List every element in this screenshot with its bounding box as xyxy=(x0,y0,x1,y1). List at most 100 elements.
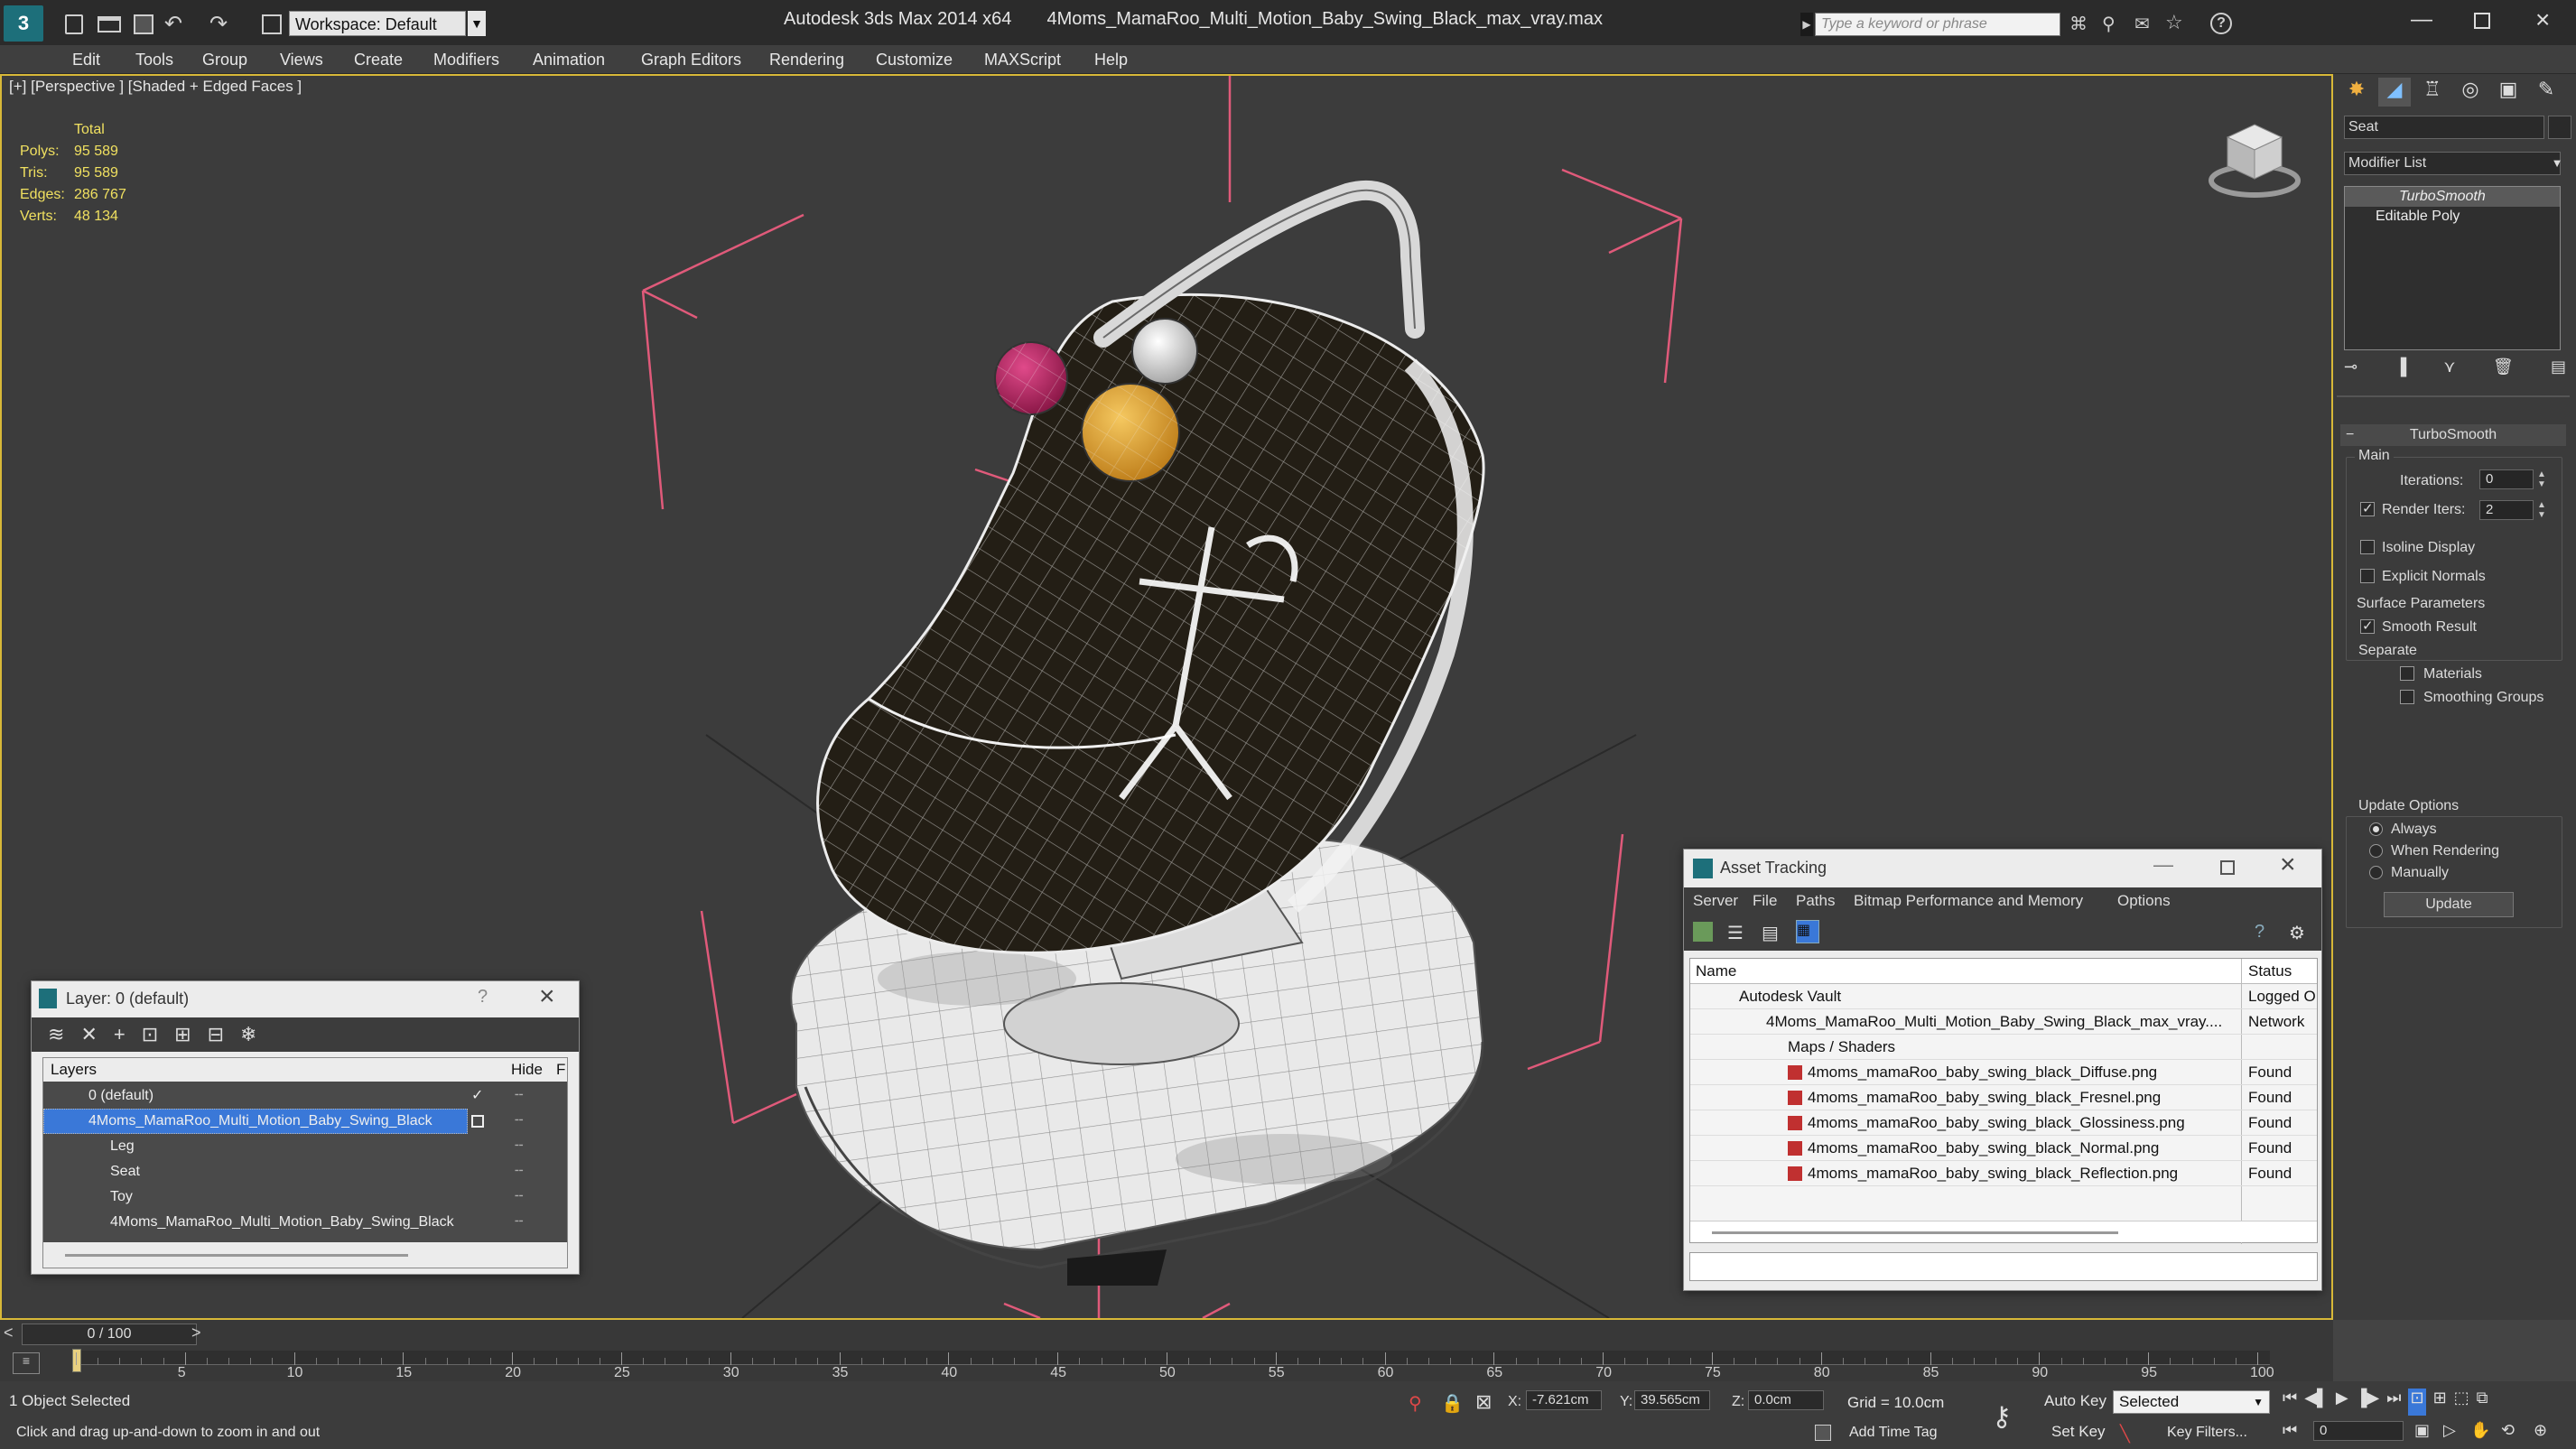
layer-window-close-icon[interactable]: × xyxy=(539,981,555,1012)
detail-view-icon[interactable]: ▤ xyxy=(1762,922,1779,944)
help-icon[interactable]: ? xyxy=(2210,13,2232,34)
layer-row[interactable]: 4Moms_MamaRoo_Multi_Motion_Baby_Swing_Bl… xyxy=(43,1210,567,1235)
layer-row[interactable]: Leg ╌ xyxy=(43,1134,567,1159)
time-configuration-icon[interactable]: ▣ xyxy=(2414,1421,2430,1440)
asset-row[interactable]: 4moms_mamaRoo_baby_swing_black_Glossines… xyxy=(1690,1110,2317,1136)
object-color-swatch[interactable] xyxy=(2548,116,2571,139)
asset-horizontal-scrollbar[interactable] xyxy=(1690,1221,2317,1242)
key-mode-icon[interactable]: ⏮ xyxy=(2283,1421,2297,1440)
always-radio[interactable] xyxy=(2369,822,2383,836)
menu-graph-editors[interactable]: Graph Editors xyxy=(641,45,741,74)
hide-toggle-icon[interactable]: ╌ xyxy=(515,1134,524,1159)
region-zoom-icon[interactable]: ⬚ xyxy=(2454,1389,2469,1416)
object-name-field[interactable]: Seat xyxy=(2344,116,2544,139)
menu-customize[interactable]: Customize xyxy=(876,45,953,74)
display-tab-icon[interactable]: ▣ xyxy=(2492,78,2525,107)
menu-maxscript[interactable]: MAXScript xyxy=(984,45,1061,74)
time-slider-prev-icon[interactable]: < xyxy=(4,1324,14,1342)
hide-all-layers-icon[interactable]: ⊟ xyxy=(208,1023,224,1046)
asset-path-field[interactable] xyxy=(1689,1252,2318,1281)
timeline-ruler[interactable]: ≡ 5 10 15 20 25 30 35 40 45 50 55 60 65 70 75 80 85 90 95 1… xyxy=(0,1349,2333,1381)
menu-tools[interactable]: Tools xyxy=(135,45,173,74)
menu-rendering[interactable]: Rendering xyxy=(769,45,844,74)
hide-toggle-icon[interactable]: ╌ xyxy=(515,1083,524,1109)
asset-row[interactable]: 4moms_mamaRoo_baby_swing_black_Reflectio… xyxy=(1690,1161,2317,1186)
render-iters-checkbox[interactable] xyxy=(2360,500,2375,516)
modifier-list-chevron-icon[interactable]: ▼ xyxy=(2548,153,2566,173)
absolute-mode-icon[interactable]: ⊠ xyxy=(1475,1390,1492,1414)
active-layer-check-icon[interactable]: ✓ xyxy=(471,1083,483,1109)
time-slider-next-icon[interactable]: > xyxy=(191,1324,201,1342)
set-key-button[interactable]: Set Key xyxy=(2051,1423,2106,1441)
key-filter-icon[interactable]: ╲ xyxy=(2120,1425,2130,1444)
render-iters-spinner-arrows-icon[interactable]: ▲ ▼ xyxy=(2537,500,2546,520)
modifier-stack[interactable]: TurboSmooth Editable Poly xyxy=(2344,186,2561,350)
zoom-extents-icon[interactable]: ⊡ xyxy=(2408,1389,2426,1416)
open-file-icon[interactable] xyxy=(98,16,121,33)
close-icon[interactable]: × xyxy=(2535,5,2550,34)
layer-row[interactable]: 0 (default) ✓ ╌ xyxy=(43,1083,567,1109)
key-filters-button[interactable]: Key Filters... xyxy=(2167,1425,2247,1441)
next-frame-icon[interactable]: ▐▶ xyxy=(2356,1389,2380,1416)
subscription-icon[interactable]: ⚲ xyxy=(2102,13,2116,35)
asset-row[interactable]: 4moms_mamaRoo_baby_swing_black_Normal.pn… xyxy=(1690,1136,2317,1161)
refresh-icon[interactable] xyxy=(1693,922,1713,942)
delete-layer-icon[interactable]: ✕ xyxy=(80,1023,97,1046)
orbit-icon[interactable]: ▷ xyxy=(2443,1421,2456,1440)
asset-menu-file[interactable]: File xyxy=(1753,887,1777,915)
utilities-tab-icon[interactable]: ✎ xyxy=(2530,78,2562,107)
hide-column-header[interactable]: Hide xyxy=(511,1058,543,1082)
add-time-tag-label[interactable]: Add Time Tag xyxy=(1849,1425,1938,1441)
auto-key-button[interactable]: Auto Key xyxy=(2044,1392,2106,1410)
z-coordinate-field[interactable]: 0.0cm xyxy=(1748,1390,1824,1410)
project-folder-icon[interactable] xyxy=(262,14,282,34)
freeze-column-header[interactable]: F xyxy=(556,1058,565,1082)
create-tab-icon[interactable]: ✸ xyxy=(2340,78,2373,107)
name-column-header[interactable]: Name xyxy=(1696,962,1736,980)
hierarchy-tab-icon[interactable]: ♖ xyxy=(2416,78,2449,107)
layers-column-header[interactable]: Layers xyxy=(51,1058,97,1082)
configure-sets-icon[interactable]: ▤ xyxy=(2551,358,2566,383)
asset-row[interactable]: 4moms_mamaRoo_baby_swing_black_Fresnel.p… xyxy=(1690,1085,2317,1110)
menu-views[interactable]: Views xyxy=(280,45,323,74)
asset-settings-icon[interactable]: ⚙ xyxy=(2289,922,2305,944)
maximize-icon[interactable] xyxy=(2474,13,2490,29)
app-logo-icon[interactable]: 3 xyxy=(4,5,43,42)
asset-row[interactable]: Autodesk Vault Logged O xyxy=(1690,984,2317,1009)
motion-tab-icon[interactable]: ◎ xyxy=(2454,78,2487,107)
explicit-normals-checkbox[interactable] xyxy=(2360,569,2375,583)
menu-animation[interactable]: Animation xyxy=(533,45,605,74)
asset-help-icon[interactable]: ? xyxy=(2255,922,2264,943)
iterations-spinner-arrows-icon[interactable]: ▲ ▼ xyxy=(2537,469,2546,489)
menu-help[interactable]: Help xyxy=(1094,45,1128,74)
field-of-view-icon[interactable]: ✋ xyxy=(2470,1421,2490,1440)
search-input[interactable]: Type a keyword or phrase xyxy=(1815,13,2060,36)
selection-set-dropdown[interactable]: Selected ▼ xyxy=(2113,1390,2270,1414)
selection-lock-icon[interactable]: 🔒 xyxy=(1441,1392,1464,1415)
zoom-all-icon[interactable]: ⊞ xyxy=(2433,1389,2447,1416)
asset-menu-bitmap-performance[interactable]: Bitmap Performance and Memory xyxy=(1854,887,2083,915)
update-button[interactable]: Update xyxy=(2384,892,2514,917)
redo-icon[interactable]: ↷ xyxy=(209,11,228,37)
stack-item-editable-poly[interactable]: Editable Poly xyxy=(2345,207,2560,227)
favorites-icon[interactable]: ☆ xyxy=(2165,11,2183,34)
undo-icon[interactable]: ↶ xyxy=(164,11,182,37)
menu-modifiers[interactable]: Modifiers xyxy=(433,45,499,74)
hide-toggle-icon[interactable]: ╌ xyxy=(515,1184,524,1210)
asset-menu-options[interactable]: Options xyxy=(2117,887,2171,915)
smooth-result-checkbox[interactable] xyxy=(2360,618,2375,634)
asset-row[interactable]: 4moms_mamaRoo_baby_swing_black_Diffuse.p… xyxy=(1690,1060,2317,1085)
select-in-layer-icon[interactable]: ⊡ xyxy=(142,1023,158,1046)
layer-window-help-icon[interactable]: ? xyxy=(478,987,488,1008)
asset-row[interactable]: Maps / Shaders xyxy=(1690,1035,2317,1060)
pin-stack-icon[interactable]: ⊸ xyxy=(2344,358,2357,383)
asset-window-maximize-icon[interactable] xyxy=(2220,860,2235,875)
maximize-viewport-icon[interactable]: ⧉ xyxy=(2477,1389,2488,1416)
create-layer-icon[interactable]: ≋ xyxy=(48,1023,64,1046)
menu-group[interactable]: Group xyxy=(202,45,247,74)
modifier-list-dropdown[interactable]: Modifier List xyxy=(2344,152,2561,175)
table-view-icon[interactable]: ▦ xyxy=(1796,920,1819,943)
add-to-layer-icon[interactable]: + xyxy=(114,1023,126,1046)
show-end-result-icon[interactable]: ▐ xyxy=(2395,358,2406,383)
workspace-chevron-icon[interactable]: ▼ xyxy=(468,11,486,36)
